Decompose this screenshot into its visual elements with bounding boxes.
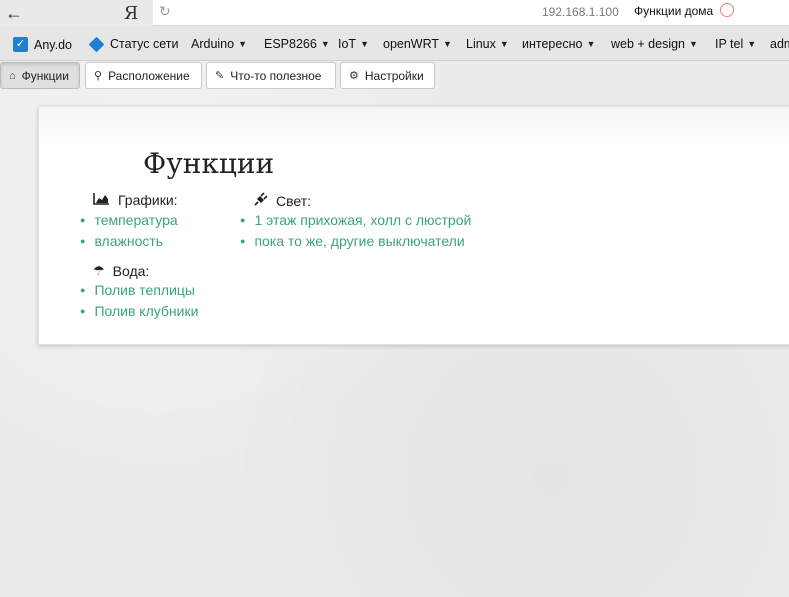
- caret-down-icon: ▼: [320, 39, 330, 49]
- bookmark-linux[interactable]: Linux ▼: [466, 37, 509, 51]
- yandex-logo-icon: Я: [123, 2, 139, 24]
- bookmark-web-design[interactable]: web + design ▼: [611, 37, 698, 51]
- section-light-heading: Свет:: [253, 192, 311, 209]
- link-greenhouse-watering[interactable]: ● Полив теплицы: [80, 282, 195, 298]
- caret-down-icon: ▼: [443, 39, 452, 49]
- map-marker-icon: ⚲: [94, 70, 103, 82]
- link-light-other-switches[interactable]: ● пока то же, другие выключатели: [240, 233, 465, 249]
- tab-useful[interactable]: ✎ Что-то полезное: [206, 62, 336, 89]
- plug-icon: [253, 192, 268, 209]
- caret-down-icon: ▼: [747, 39, 757, 49]
- checkmark-icon: ✓: [13, 37, 28, 52]
- bookmark-iot[interactable]: IoT ▼: [338, 37, 369, 51]
- page-title-in-address: Функции дома: [634, 4, 714, 18]
- tab-functions[interactable]: ⌂ Функции: [0, 62, 80, 89]
- area-chart-icon: [93, 192, 110, 208]
- bookmark-anydo[interactable]: ✓ Any.do: [13, 37, 72, 52]
- cog-icon: ⚙: [349, 70, 359, 82]
- page-title: Функции: [143, 147, 275, 180]
- tab-location[interactable]: ⚲ Расположение: [85, 62, 202, 89]
- bookmark-esp8266[interactable]: ESP8266 ▼: [264, 37, 330, 51]
- bookmark-interesting[interactable]: интересно ▼: [522, 37, 595, 51]
- umbrella-icon: ☂: [93, 263, 105, 278]
- protect-icon[interactable]: [720, 3, 734, 17]
- bookmark-openwrt[interactable]: openWRT ▼: [383, 37, 452, 51]
- tab-settings[interactable]: ⚙ Настройки: [340, 62, 435, 89]
- link-strawberry-watering[interactable]: ● Полив клубники: [80, 303, 198, 319]
- section-charts-heading: Графики:: [93, 192, 178, 208]
- bookmark-arduino[interactable]: Arduino ▼: [191, 37, 247, 51]
- caret-down-icon: ▼: [586, 39, 596, 49]
- caret-down-icon: ▼: [499, 39, 509, 49]
- reload-icon[interactable]: ↻: [159, 3, 171, 20]
- bookmark-ip-tel[interactable]: IP tel ▼: [715, 37, 756, 51]
- browser-toolbar: ← Я ↻ 192.168.1.100 Функции дома: [0, 0, 789, 26]
- link-humidity[interactable]: ● влажность: [80, 233, 163, 249]
- functions-panel: Функции Графики: ● температура ● влажнос…: [38, 106, 789, 345]
- link-temperature[interactable]: ● температура: [80, 212, 178, 228]
- caret-down-icon: ▼: [360, 39, 369, 49]
- network-icon: [88, 36, 105, 52]
- bookmarks-bar: ✓ Any.do Статус сети Arduino ▼ ESP8266 ▼ I…: [0, 26, 789, 61]
- link-light-floor1-hall[interactable]: ● 1 этаж прихожая, холл с люстрой: [240, 212, 471, 228]
- caret-down-icon: ▼: [689, 39, 698, 49]
- address-bar[interactable]: ↻ 192.168.1.100 Функции дома: [153, 0, 789, 26]
- home-icon: ⌂: [9, 69, 16, 82]
- yandex-button[interactable]: Я: [122, 0, 140, 26]
- bookmark-adm[interactable]: adm: [770, 37, 789, 51]
- pencil-icon: ✎: [215, 70, 225, 82]
- back-button[interactable]: ←: [0, 0, 28, 26]
- url-text: 192.168.1.100: [542, 5, 619, 19]
- arrow-left-icon: ←: [5, 2, 23, 23]
- section-water-heading: ☂ Вода:: [93, 263, 150, 279]
- bookmark-network-status[interactable]: Статус сети: [88, 36, 178, 52]
- caret-down-icon: ▼: [238, 39, 248, 49]
